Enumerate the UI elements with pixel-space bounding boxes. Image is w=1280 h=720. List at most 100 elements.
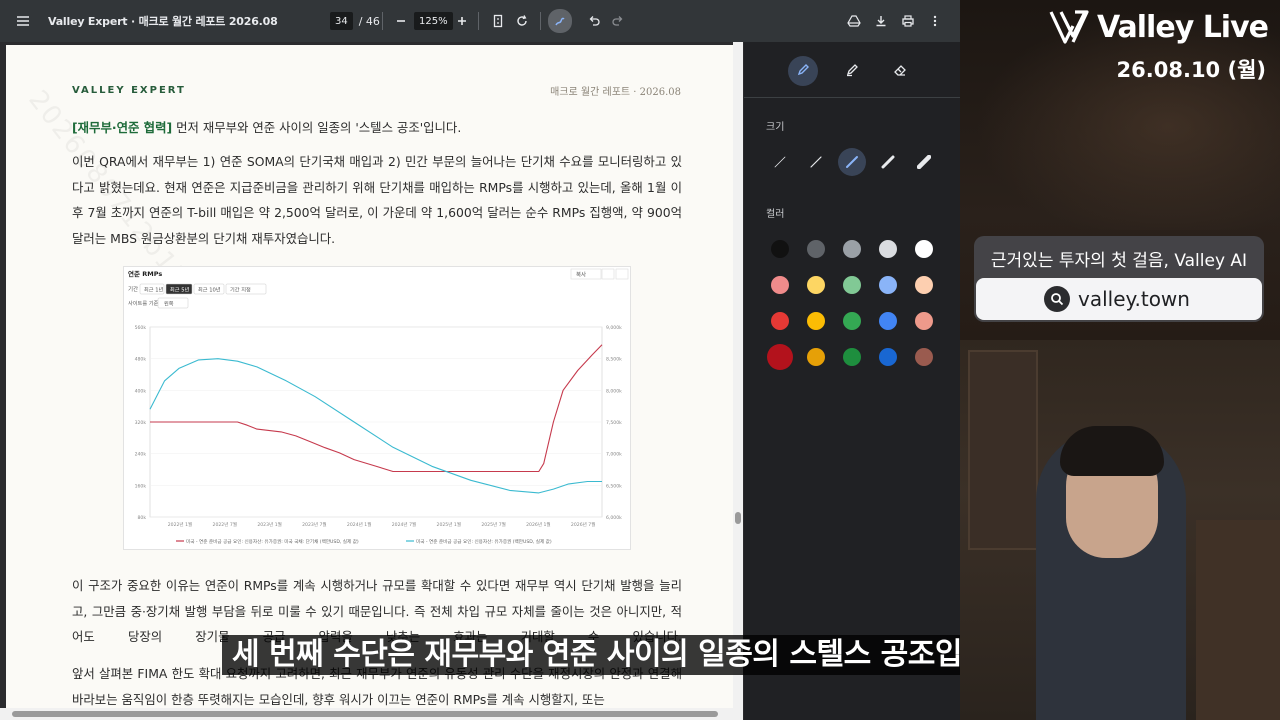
stroke-size-option[interactable] <box>910 148 938 176</box>
stream-overlay: Valley Live 26.08.10 (월) 근거있는 투자의 첫 걸음, … <box>960 0 1280 720</box>
x-tick-label: 2024년 7월 <box>392 521 417 528</box>
right-tick-label: 7,500k <box>606 420 622 426</box>
menu-button[interactable] <box>12 0 34 42</box>
color-swatch[interactable] <box>807 240 825 258</box>
color-swatch[interactable] <box>915 312 933 330</box>
background-object <box>1196 520 1280 720</box>
stroke-size-option[interactable] <box>838 148 866 176</box>
stroke-size-option[interactable] <box>766 148 794 176</box>
zoom-level[interactable]: 125% <box>414 0 453 42</box>
color-swatch[interactable] <box>807 276 825 294</box>
more-options-button[interactable] <box>924 0 946 42</box>
period-option-label: 최근 10년 <box>198 286 221 294</box>
table-view-button <box>615 268 629 280</box>
color-swatch[interactable] <box>771 276 789 294</box>
redo-button[interactable] <box>607 0 629 42</box>
color-swatch[interactable] <box>915 276 933 294</box>
color-swatch[interactable] <box>843 312 861 330</box>
color-swatch[interactable] <box>915 240 933 258</box>
more-vert-icon <box>924 10 946 32</box>
search-icon <box>1044 286 1070 312</box>
bookshelf <box>968 350 1038 550</box>
horizontal-scroll-thumb[interactable] <box>12 711 718 717</box>
eraser-tool-button[interactable] <box>885 56 915 86</box>
annotate-pen-icon <box>548 9 572 33</box>
right-tick-label: 6,000k <box>606 515 622 521</box>
redo-icon <box>607 10 629 32</box>
stroke-size-option[interactable] <box>802 148 830 176</box>
pdf-toolbar: Valley Expert · 매크로 월간 레포트 2026.08 34 / … <box>0 0 960 42</box>
color-swatch[interactable] <box>807 312 825 330</box>
color-swatch[interactable] <box>879 312 897 330</box>
paragraph-1: 이번 QRA에서 재무부는 1) 연준 SOMA의 단기국채 매입과 2) 민간… <box>72 154 683 246</box>
vertical-scroll-thumb[interactable] <box>735 512 741 524</box>
color-swatch[interactable] <box>807 348 825 366</box>
drive-icon <box>843 10 865 32</box>
undo-button[interactable] <box>583 0 605 42</box>
chart-title: 연준 RMPs <box>128 269 162 278</box>
video-subtitle: 세 번째 수단은 재무부와 연준 사이의 일종의 스텔스 공조입니다 <box>222 635 960 675</box>
right-tick-label: 6,500k <box>606 483 622 489</box>
y-axis-basis-label: 사이트를 기준 <box>128 299 159 307</box>
drive-button[interactable] <box>843 0 865 42</box>
zoom-level-input[interactable]: 125% <box>414 12 453 30</box>
right-tick-label: 8,500k <box>606 357 622 363</box>
period-label: 기간 <box>128 285 138 293</box>
legend-label: 미국 - 연준 준비금 공급 요인: 신용자산: 유가증권: 미국 국채: 단기… <box>186 538 359 545</box>
color-swatch[interactable] <box>915 348 933 366</box>
page-indicator: 34 / 46 <box>330 0 380 42</box>
rotate-icon <box>511 10 533 32</box>
document-title: Valley Expert · 매크로 월간 레포트 2026.08 <box>48 15 278 28</box>
annotate-button[interactable] <box>548 0 572 42</box>
color-swatch[interactable] <box>771 312 789 330</box>
color-swatch[interactable] <box>767 344 793 370</box>
print-button[interactable] <box>897 0 919 42</box>
color-swatch[interactable] <box>843 276 861 294</box>
fit-page-icon <box>487 10 509 32</box>
period-option-label: 기간 지정 <box>230 286 251 294</box>
divider <box>478 0 479 42</box>
highlighter-icon <box>845 62 859 81</box>
copy-button-label: 복사 <box>576 271 586 279</box>
x-tick-label: 2024년 1월 <box>347 521 372 528</box>
color-swatch[interactable] <box>771 240 789 258</box>
minus-icon <box>390 10 412 32</box>
zoom-in-button[interactable] <box>451 0 473 42</box>
color-label: 컬러 <box>766 209 785 220</box>
color-swatch[interactable] <box>843 348 861 366</box>
color-swatch[interactable] <box>879 348 897 366</box>
url-text: valley.town <box>1078 287 1190 311</box>
y-axis-basis-value: 왼쪽 <box>164 300 174 308</box>
undo-icon <box>583 10 605 32</box>
annotation-panel: 크기 컬러 <box>744 42 960 720</box>
hamburger-icon <box>12 10 34 32</box>
report-header: 매크로 월간 레포트 · 2026.08 <box>550 87 681 98</box>
pdf-viewer: Valley Expert · 매크로 월간 레포트 2026.08 34 / … <box>0 0 960 720</box>
eraser-icon <box>893 62 907 81</box>
zoom-out-button[interactable] <box>390 0 412 42</box>
chart-card: 연준 RMPs 복사 기간 최근 1년 최근 5년 최근 10년 기간 지정 사이트를 기준 왼… <box>123 266 631 550</box>
url-box: valley.town <box>976 278 1262 320</box>
pen-tool-button[interactable] <box>788 56 818 86</box>
highlighter-tool-button[interactable] <box>837 56 867 86</box>
color-swatch[interactable] <box>879 240 897 258</box>
chart-svg: 연준 RMPs 복사기간 최근 1년 최근 5년 최근 10년 기간 지정사이트를 기준 왼… <box>128 268 629 545</box>
page-number-input[interactable]: 34 <box>330 12 353 30</box>
color-swatch[interactable] <box>879 276 897 294</box>
fit-page-button[interactable] <box>487 0 509 42</box>
rotate-button[interactable] <box>511 0 533 42</box>
left-tick-label: 480k <box>135 357 147 363</box>
lead-text: 먼저 재무부와 연준 사이의 일종의 '스텔스 공조'입니다. <box>172 120 462 135</box>
color-swatch[interactable] <box>843 240 861 258</box>
presenter-hair <box>1060 426 1164 476</box>
valley-live-logo: Valley Live <box>1049 8 1269 46</box>
chart-type-button <box>601 268 615 280</box>
left-tick-label: 320k <box>135 420 147 426</box>
x-tick-label: 2025년 1월 <box>437 521 462 528</box>
left-tick-label: 80k <box>137 515 146 521</box>
horizontal-scrollbar[interactable] <box>0 708 743 720</box>
stroke-size-option[interactable] <box>874 148 902 176</box>
download-button[interactable] <box>870 0 892 42</box>
x-tick-label: 2023년 1월 <box>257 521 282 528</box>
vertical-scrollbar[interactable] <box>733 42 743 708</box>
